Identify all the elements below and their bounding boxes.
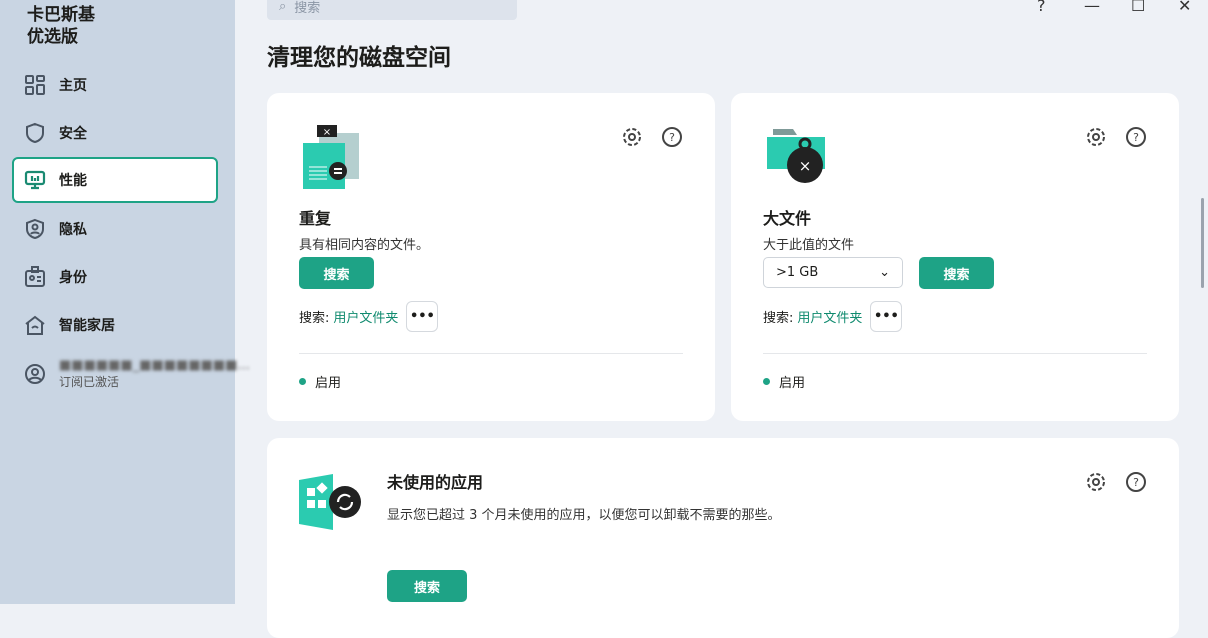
- folder-lock-icon: ×: [767, 129, 825, 183]
- location-link[interactable]: 用户文件夹: [797, 307, 862, 326]
- brand-line: 卡巴斯基: [27, 5, 95, 25]
- smart-home-icon: [25, 315, 45, 335]
- svg-text:?: ?: [669, 131, 675, 144]
- search-input[interactable]: ⌕ 搜索: [267, 0, 517, 20]
- divider: [299, 353, 683, 354]
- card-title: 大文件: [763, 209, 812, 228]
- sidebar-item-label: 身份: [59, 270, 87, 286]
- monitor-icon: [24, 170, 46, 190]
- sidebar-item-label: 主页: [59, 78, 87, 94]
- card-description: 具有相同内容的文件。: [299, 238, 430, 253]
- status-dot: [763, 378, 770, 385]
- gear-icon[interactable]: [1085, 471, 1107, 493]
- unused-apps-card: ? 未使用的应用 显示您已超过 3 个月未使用的应用，以便您可以卸载不需要的那些…: [267, 438, 1179, 638]
- search-button[interactable]: 搜索: [919, 257, 994, 289]
- privacy-shield-icon: [26, 218, 44, 240]
- sidebar-item-smart-home[interactable]: 智能家居: [12, 302, 218, 348]
- subscription-status: 订阅已激活: [59, 375, 120, 389]
- close-button[interactable]: ✕: [1178, 0, 1191, 15]
- search-button[interactable]: 搜索: [299, 257, 374, 289]
- more-button[interactable]: •••: [406, 301, 439, 332]
- svg-text:×: ×: [799, 157, 812, 175]
- scrollbar[interactable]: [1201, 198, 1204, 288]
- location-link[interactable]: 用户文件夹: [333, 307, 398, 326]
- sidebar-item-label: 安全: [59, 126, 87, 142]
- more-button[interactable]: •••: [870, 301, 903, 332]
- grid-icon: [25, 75, 45, 95]
- search-icon: ⌕: [279, 0, 287, 14]
- gear-icon[interactable]: [1085, 126, 1107, 148]
- shield-icon: [26, 122, 44, 144]
- duplicates-card: × ? 重复 具有相同内容的文件。 搜索 搜索: 用户文件夹 ••• 启用: [267, 93, 715, 421]
- search-location: 搜索: 用户文件夹 •••: [299, 301, 439, 332]
- sidebar-item-security[interactable]: 安全: [12, 110, 218, 156]
- search-button[interactable]: 搜索: [387, 570, 467, 602]
- help-icon[interactable]: ?: [661, 126, 683, 148]
- sidebar-item-home[interactable]: 主页: [12, 62, 218, 108]
- help-button[interactable]: ?: [1037, 0, 1046, 15]
- sidebar-item-performance[interactable]: 性能: [12, 157, 218, 203]
- page-title: 清理您的磁盘空间: [267, 45, 451, 71]
- status: 启用: [299, 372, 341, 391]
- search-placeholder: 搜索: [294, 0, 321, 16]
- maximize-button[interactable]: ☐: [1131, 0, 1145, 15]
- sidebar: 卡巴斯基 优选版 主页 安全 性能 隐私 身份 智能家居 ■■■■■■_■■■■■…: [0, 0, 250, 604]
- sidebar-item-identity[interactable]: 身份: [12, 254, 218, 300]
- divider: [763, 353, 1147, 354]
- svg-text:×: ×: [323, 127, 331, 138]
- card-description: 大于此值的文件: [763, 238, 855, 253]
- svg-text:?: ?: [1133, 476, 1139, 489]
- location-label: 搜索:: [763, 311, 794, 326]
- sidebar-item-label: 隐私: [59, 222, 87, 238]
- size-threshold-select[interactable]: >1 GB ⌄: [763, 257, 903, 288]
- minimize-button[interactable]: —: [1084, 0, 1100, 15]
- select-value: >1 GB: [776, 265, 819, 280]
- user-account[interactable]: ■■■■■■_■■■■■■■■... 订阅已激活: [24, 358, 250, 390]
- location-label: 搜索:: [299, 311, 330, 326]
- brand: 卡巴斯基 优选版: [27, 4, 95, 48]
- card-title: 重复: [299, 209, 332, 228]
- svg-text:?: ?: [1133, 131, 1139, 144]
- status-dot: [299, 378, 306, 385]
- sidebar-item-label: 性能: [59, 173, 87, 189]
- card-description: 显示您已超过 3 个月未使用的应用，以便您可以卸载不需要的那些。: [387, 508, 781, 523]
- sidebar-item-label: 智能家居: [59, 318, 115, 334]
- sidebar-item-privacy[interactable]: 隐私: [12, 206, 218, 252]
- unused-apps-icon: [299, 474, 361, 530]
- status-text: 启用: [779, 376, 806, 391]
- user-name: ■■■■■■_■■■■■■■■...: [59, 358, 250, 373]
- id-badge-icon: [25, 266, 45, 287]
- status: 启用: [763, 372, 805, 391]
- brand-line: 优选版: [27, 27, 78, 47]
- status-text: 启用: [315, 376, 342, 391]
- card-title: 未使用的应用: [387, 473, 484, 492]
- help-icon[interactable]: ?: [1125, 471, 1147, 493]
- gear-icon[interactable]: [621, 126, 643, 148]
- user-icon: [25, 364, 45, 384]
- chevron-down-icon: ⌄: [879, 265, 890, 280]
- search-location: 搜索: 用户文件夹 •••: [763, 301, 903, 332]
- help-icon[interactable]: ?: [1125, 126, 1147, 148]
- duplicate-files-icon: ×: [303, 125, 359, 189]
